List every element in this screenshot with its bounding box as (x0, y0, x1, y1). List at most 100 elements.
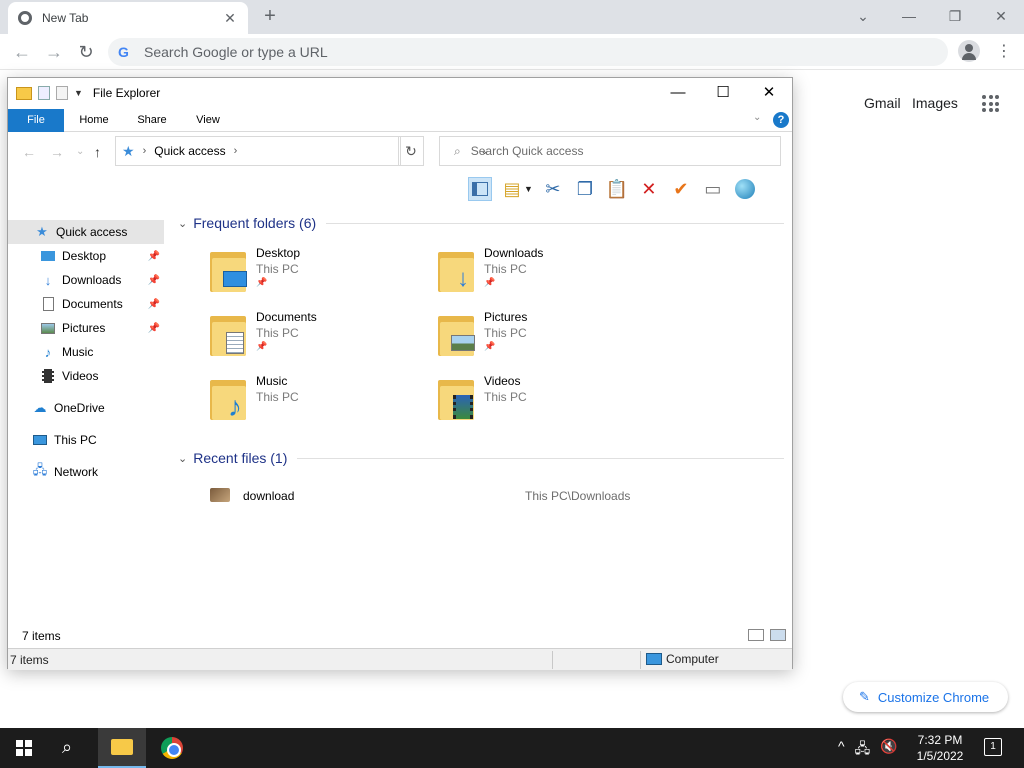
qat-dropdown-icon[interactable]: ▼ (74, 88, 83, 98)
address-bar[interactable]: ★ › Quick access › ⌄ (115, 136, 489, 166)
chrome-menu-icon[interactable]: ⋮ (996, 42, 1012, 62)
film-icon (40, 368, 56, 384)
tab-view[interactable]: View (186, 109, 230, 132)
section-divider (326, 222, 784, 224)
customize-chrome-button[interactable]: ✎ Customize Chrome (843, 682, 1008, 712)
folder-tile-desktop[interactable]: Desktop This PC 📌 (210, 246, 430, 302)
images-link[interactable]: Images (912, 95, 958, 111)
sidebar-item-music[interactable]: ♪ Music (8, 340, 164, 364)
folder-tile-pictures[interactable]: Pictures This PC 📌 (438, 310, 658, 366)
collapse-chevron-icon[interactable]: ⌄ (178, 217, 187, 230)
preview-pane-icon[interactable]: ▤ (500, 177, 524, 201)
picture-icon (450, 332, 476, 354)
forward-arrow-icon[interactable]: → (42, 40, 66, 64)
up-arrow-icon[interactable]: ↑ (94, 144, 101, 160)
pin-icon[interactable]: 📌 (148, 323, 160, 334)
sidebar-item-desktop[interactable]: Desktop 📌 (8, 244, 164, 268)
search-input[interactable]: ⌕ Search Quick access (439, 136, 781, 166)
download-arrow-icon: ↓ (44, 272, 52, 288)
copy-icon[interactable]: ❐ (573, 177, 597, 201)
gmail-link[interactable]: Gmail (864, 95, 901, 111)
sidebar-item-quick-access[interactable]: ★ Quick access (8, 220, 164, 244)
ribbon-expand-icon[interactable]: ⌄ (753, 112, 761, 123)
sidebar-item-label: Documents (62, 297, 123, 311)
pin-icon[interactable]: 📌 (148, 275, 160, 286)
new-tab-button[interactable]: + (260, 6, 280, 26)
taskbar-chrome[interactable] (148, 728, 196, 768)
reload-icon[interactable]: ↻ (74, 40, 98, 64)
desktop-icon (222, 268, 248, 290)
rename-checkmark-icon[interactable]: ✔ (669, 177, 693, 201)
explorer-minimize-button[interactable]: — (658, 82, 698, 104)
tab-search-icon[interactable]: ⌄ (840, 4, 886, 28)
pin-icon[interactable]: 📌 (148, 251, 160, 262)
new-folder-icon[interactable] (56, 86, 68, 100)
breadcrumb-chevron-icon[interactable]: › (234, 145, 238, 157)
recent-files-header[interactable]: ⌄ Recent files (1) (172, 447, 784, 469)
chrome-tab-strip: New Tab ✕ + ⌄ — ❐ ✕ (0, 0, 1024, 34)
folder-tile-downloads[interactable]: ↓ Downloads This PC 📌 (438, 246, 658, 302)
folder-tile-documents[interactable]: Documents This PC 📌 (210, 310, 430, 366)
tab-share[interactable]: Share (130, 109, 174, 132)
cut-icon[interactable]: ✂ (541, 177, 565, 201)
folder-tile-music[interactable]: ♪ Music This PC (210, 374, 430, 430)
explorer-forward-icon[interactable]: → (50, 144, 64, 160)
breadcrumb-quick-access[interactable]: Quick access (154, 144, 225, 158)
status-location-label: Computer (666, 652, 719, 666)
folder-icon (111, 739, 133, 755)
properties-panel-icon[interactable]: ▭ (701, 177, 725, 201)
chrome-favicon-icon (18, 11, 32, 25)
refresh-button[interactable]: ↻ (398, 136, 424, 166)
sidebar-item-network[interactable]: 🖧 Network (8, 460, 164, 484)
sidebar-item-documents[interactable]: Documents 📌 (8, 292, 164, 316)
taskbar-file-explorer[interactable] (98, 728, 146, 768)
taskbar-search-icon[interactable]: ⌕ (62, 737, 72, 758)
sidebar-item-pictures[interactable]: Pictures 📌 (8, 316, 164, 340)
explorer-maximize-button[interactable]: ☐ (703, 82, 743, 104)
network-status-icon[interactable]: 🖧 (855, 738, 871, 762)
folder-name: Documents (256, 310, 317, 324)
google-apps-icon[interactable] (982, 95, 999, 112)
recent-file-row[interactable]: download This PC\Downloads (172, 486, 784, 508)
notification-center-icon[interactable]: 1 (984, 738, 1002, 756)
explorer-back-icon[interactable]: ← (22, 144, 36, 160)
item-count: 7 items (22, 629, 61, 643)
sidebar-item-this-pc[interactable]: This PC (8, 428, 164, 452)
explorer-close-button[interactable]: ✕ (749, 82, 789, 104)
tab-close-icon[interactable]: ✕ (222, 10, 238, 27)
navigation-pane-icon[interactable] (468, 177, 492, 201)
layout-dropdown-icon[interactable]: ▼ (524, 184, 533, 194)
star-icon: ★ (36, 224, 48, 239)
delete-icon[interactable]: ✕ (637, 177, 661, 201)
tab-home[interactable]: Home (72, 109, 116, 132)
folder-name: Desktop (256, 246, 301, 260)
collapse-chevron-icon[interactable]: ⌄ (178, 452, 187, 465)
chrome-close-button[interactable]: ✕ (978, 4, 1024, 28)
back-arrow-icon[interactable]: ← (10, 40, 34, 64)
omnibox[interactable]: G Search Google or type a URL (108, 38, 948, 66)
taskbar-clock[interactable]: 7:32 PM 1/5/2022 (912, 732, 968, 764)
pin-icon[interactable]: 📌 (148, 299, 160, 310)
volume-muted-icon[interactable]: 🔇 (880, 738, 897, 762)
chrome-minimize-button[interactable]: — (886, 4, 932, 28)
sidebar-item-downloads[interactable]: ↓ Downloads 📌 (8, 268, 164, 292)
properties-icon[interactable] (38, 86, 50, 100)
windows-start-icon[interactable] (16, 740, 32, 756)
globe-icon[interactable] (733, 177, 757, 201)
show-hidden-icons-chevron-icon[interactable]: ^ (838, 738, 845, 762)
profile-avatar-icon[interactable] (958, 40, 980, 62)
large-icons-view-icon[interactable] (770, 629, 786, 641)
chrome-restore-button[interactable]: ❐ (932, 4, 978, 28)
recent-locations-icon[interactable]: ⌄ (76, 146, 84, 157)
frequent-folders-header[interactable]: ⌄ Frequent folders (6) (172, 212, 784, 234)
help-icon[interactable]: ? (773, 112, 789, 128)
sidebar-item-videos[interactable]: Videos (8, 364, 164, 388)
folder-tile-videos[interactable]: Videos This PC (438, 374, 658, 430)
desktop-icon (40, 248, 56, 264)
sidebar-item-label: Pictures (62, 321, 106, 335)
tab-new-tab[interactable]: New Tab ✕ (8, 2, 248, 34)
paste-icon[interactable]: 📋 (605, 177, 629, 201)
sidebar-item-onedrive[interactable]: ☁ OneDrive (8, 396, 164, 420)
details-view-icon[interactable] (748, 629, 764, 641)
tab-file[interactable]: File (8, 109, 64, 132)
